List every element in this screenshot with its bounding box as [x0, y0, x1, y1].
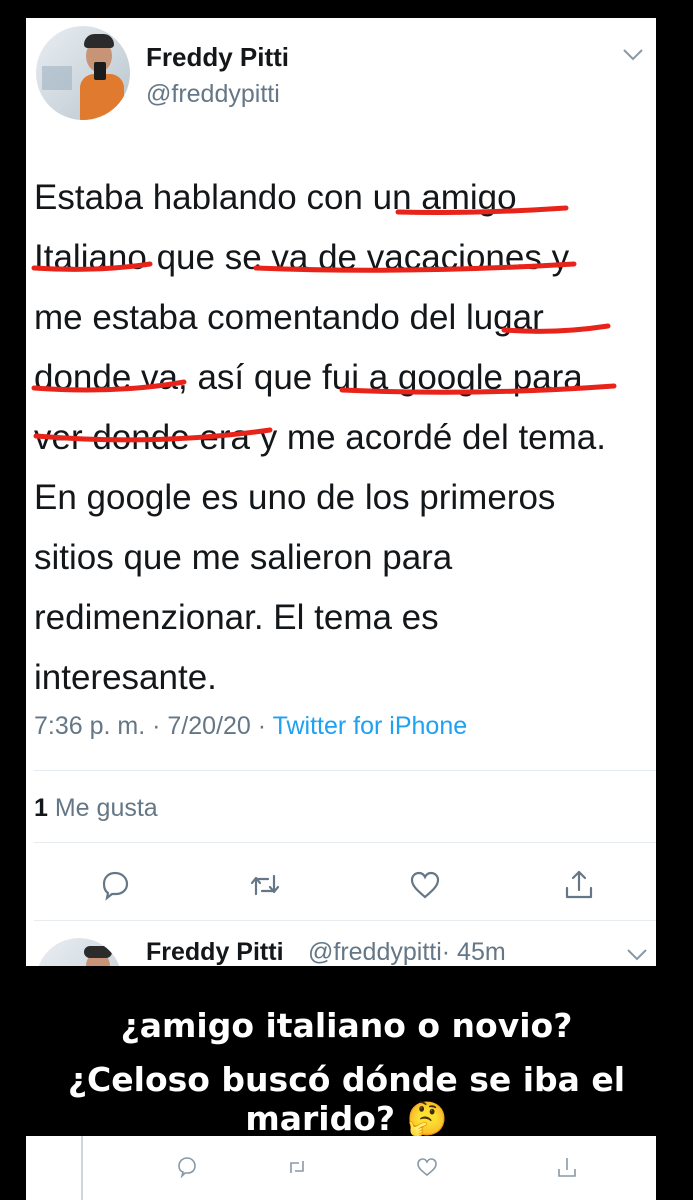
like-icon [410, 871, 440, 899]
reply-button[interactable] [98, 868, 132, 902]
tweet-line: interesante. [34, 658, 217, 697]
divider [34, 842, 656, 843]
tweet-line: redimenzionar. El tema es [34, 598, 439, 637]
tweet-line: ver donde era y me acordé del tema. [34, 418, 606, 457]
tweet-meta: 7:36 p. m. · 7/20/20 · Twitter for iPhon… [34, 712, 467, 741]
share-icon [565, 870, 593, 899]
tweet-text: Estaba hablando con un amigo Italiano qu… [34, 168, 652, 708]
like-icon[interactable] [416, 1156, 438, 1178]
divider [34, 770, 656, 771]
reply-author-name[interactable]: Freddy Pitti [146, 938, 284, 967]
likes-label: Me gusta [54, 794, 158, 822]
tweet-time: 7:36 p. m. [34, 712, 146, 740]
retweet-button[interactable] [248, 868, 282, 902]
tweet-line: me estaba comentando del lugar [34, 298, 544, 337]
author-name[interactable]: Freddy Pitti [146, 42, 289, 73]
tweet-date: 7/20/20 [167, 712, 251, 740]
chevron-down-icon[interactable] [626, 948, 648, 962]
retweet-icon [250, 874, 280, 896]
tweet-source-link[interactable]: Twitter for iPhone [273, 712, 468, 740]
caption-line-2: ¿Celoso buscó dónde se iba el marido? 🤔 [67, 1060, 626, 1138]
tweet-line: En google es uno de los primeros [34, 478, 556, 517]
reply-icon [102, 871, 129, 901]
reply-author-meta: @freddypitti· 45m [308, 938, 506, 967]
reply-time: · 45m [441, 938, 506, 966]
tweet-line: donde va, así que fui a google para [34, 358, 583, 397]
caption-overlay: ¿amigo italiano o novio? ¿Celoso buscó d… [0, 966, 693, 1138]
avatar[interactable] [36, 26, 130, 120]
author-handle[interactable]: @freddypitti [146, 80, 280, 109]
likes-number: 1 [34, 794, 48, 822]
reply-actions-strip [26, 1136, 656, 1200]
tweet-line: sitios que me salieron para [34, 538, 453, 577]
thread-line [81, 1136, 83, 1200]
reply-icon[interactable] [176, 1156, 198, 1178]
reply-handle[interactable]: @freddypitti [308, 938, 442, 966]
share-icon[interactable] [556, 1156, 578, 1178]
like-button[interactable] [408, 868, 442, 902]
separator: · [152, 712, 161, 740]
share-button[interactable] [562, 868, 596, 902]
tweet-line: Estaba hablando con un amigo [34, 178, 517, 217]
divider [34, 920, 656, 921]
tweet-line: Italiano que se va de vacaciones y [34, 238, 570, 277]
retweet-icon[interactable] [286, 1156, 308, 1178]
caption-line-1: ¿amigo italiano o novio? [120, 1006, 573, 1045]
separator: · [257, 712, 267, 740]
likes-count[interactable]: 1 Me gusta [34, 794, 158, 823]
chevron-down-icon[interactable] [622, 48, 644, 62]
